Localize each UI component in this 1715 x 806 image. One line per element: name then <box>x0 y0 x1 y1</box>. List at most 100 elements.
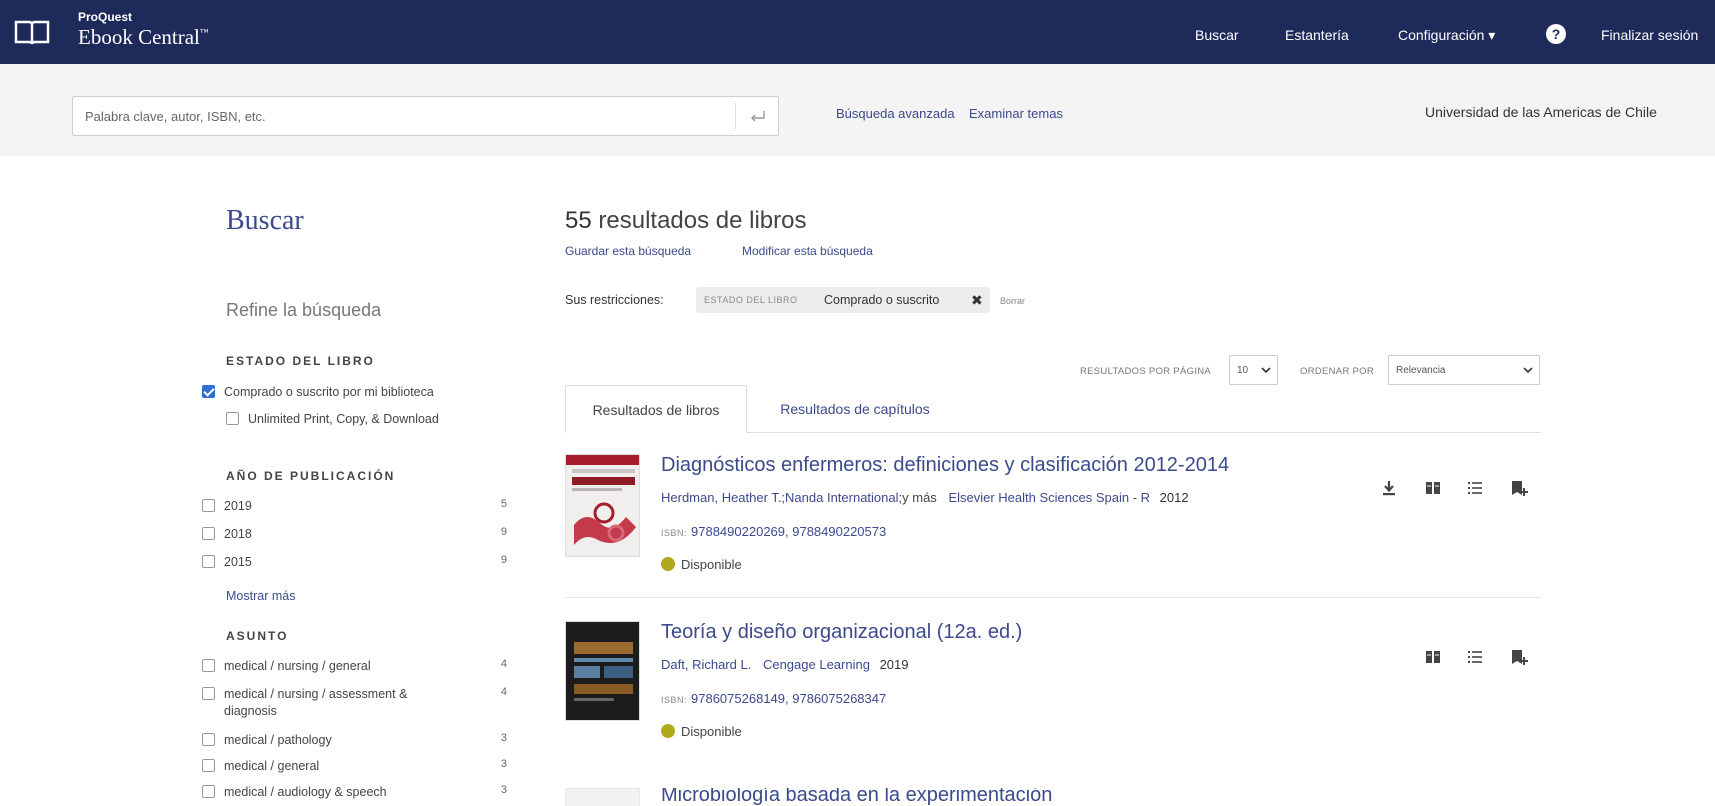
facet-item-subject[interactable]: medical / pathology 3 <box>202 730 507 750</box>
results-count-heading: 55 resultados de libros <box>565 207 807 235</box>
restriction-chip: ESTADO DEL LIBRO Comprado o suscrito ✖ <box>696 287 990 313</box>
result-authors[interactable]: Daft, Richard L. <box>661 657 751 672</box>
facet-item-year-2019[interactable]: 2019 5 <box>202 496 507 516</box>
chevron-down-icon <box>1261 367 1271 374</box>
facet-item-unlimited[interactable]: Unlimited Print, Copy, & Download <box>226 409 507 429</box>
result-more-authors[interactable]: ;y más <box>899 490 937 505</box>
checkbox-unchecked[interactable] <box>202 527 215 540</box>
clear-restrictions-link[interactable]: Borrar <box>1000 296 1025 306</box>
facet-item-label: 2015 <box>224 555 252 569</box>
checkbox-unchecked[interactable] <box>226 412 239 425</box>
result-availability: Disponible <box>661 557 742 572</box>
checkbox-unchecked[interactable] <box>202 785 215 798</box>
save-search-link[interactable]: Guardar esta búsqueda <box>565 244 691 258</box>
facet-item-year-2018[interactable]: 2018 9 <box>202 524 507 544</box>
nav-search[interactable]: Buscar <box>1195 27 1239 43</box>
advanced-search-link[interactable]: Búsqueda avanzada <box>836 106 955 121</box>
availability-label: Disponible <box>681 557 742 572</box>
tab-label: Resultados de libros <box>592 402 720 418</box>
result-title-link[interactable]: Microbiología basada en la experimentaci… <box>661 788 1052 806</box>
table-of-contents-icon[interactable] <box>1465 478 1485 498</box>
tab-chapter-results[interactable]: Resultados de capítulos <box>760 385 950 433</box>
availability-dot-icon <box>661 724 675 738</box>
facet-item-subject[interactable]: medical / audiology & speech 3 <box>202 782 507 802</box>
facet-item-label: medical / pathology <box>224 733 332 747</box>
add-to-bookshelf-icon[interactable] <box>1509 478 1529 498</box>
result-item: Teoría y diseño organizacional (12a. ed.… <box>565 621 1541 741</box>
checkbox-unchecked[interactable] <box>202 555 215 568</box>
download-icon[interactable] <box>1379 478 1399 498</box>
nav-settings[interactable]: Configuración ▾ <box>1398 27 1495 44</box>
checkbox-unchecked[interactable] <box>202 733 215 746</box>
enter-return-icon[interactable] <box>747 107 769 125</box>
book-cover-image[interactable] <box>565 454 640 557</box>
checkbox-unchecked[interactable] <box>202 687 215 700</box>
isbn-label: ISBN: <box>661 528 688 538</box>
browse-subjects-link[interactable]: Examinar temas <box>969 106 1063 121</box>
isbn-value: 9788490220269, 9788490220573 <box>691 524 887 539</box>
facet-item-subject[interactable]: medical / nursing / assessment & diagnos… <box>202 684 507 724</box>
sort-label: ORDENAR POR <box>1300 366 1375 377</box>
result-publisher[interactable]: Cengage Learning <box>763 657 870 672</box>
isbn-value: 9786075268149, 9786075268347 <box>691 691 887 706</box>
book-cover-image[interactable] <box>565 788 640 806</box>
nav-logout[interactable]: Finalizar sesión <box>1601 27 1698 43</box>
tab-label: Resultados de capítulos <box>780 401 930 417</box>
per-page-select[interactable]: 10 <box>1229 355 1278 385</box>
availability-label: Disponible <box>681 724 742 739</box>
sidebar-title: Buscar <box>226 205 304 236</box>
book-cover-image[interactable] <box>565 621 640 721</box>
chevron-down-icon: ▾ <box>1488 27 1496 43</box>
result-publisher[interactable]: Elsevier Health Sciences Spain - R <box>948 490 1150 505</box>
sort-select[interactable]: Relevancia <box>1388 355 1540 385</box>
show-more-link[interactable]: Mostrar más <box>226 589 295 603</box>
search-divider <box>735 103 736 129</box>
facet-heading-subject: ASUNTO <box>226 629 289 643</box>
facet-item-label: medical / general <box>224 759 320 773</box>
top-navigation-bar: ProQuest Ebook Central™ Buscar Estanterí… <box>0 0 1715 64</box>
result-year: 2012 <box>1159 490 1189 505</box>
facet-item-label: medical / nursing / general <box>224 659 371 673</box>
result-isbn: ISBN: 9786075268149, 9786075268347 <box>661 691 886 706</box>
facet-heading-pub-year: AÑO DE PUBLICACIÓN <box>226 469 396 483</box>
table-of-contents-icon[interactable] <box>1465 647 1485 667</box>
institution-name: Universidad de las Americas de Chile <box>1425 104 1657 120</box>
result-title-link[interactable]: Teoría y diseño organizacional (12a. ed.… <box>661 621 1022 644</box>
facet-item-label: 2019 <box>224 499 252 513</box>
facet-item-label: Comprado o suscrito por mi biblioteca <box>224 385 434 399</box>
tab-book-results[interactable]: Resultados de libros <box>565 385 747 433</box>
open-book-logo-icon[interactable] <box>14 18 50 46</box>
result-separator <box>565 597 1541 598</box>
facet-item-count: 5 <box>500 498 507 510</box>
add-to-bookshelf-icon[interactable] <box>1509 647 1529 667</box>
sort-value: Relevancia <box>1396 365 1446 376</box>
facet-item-count: 4 <box>500 686 507 698</box>
close-icon[interactable]: ✖ <box>971 292 983 309</box>
facet-item-year-2015[interactable]: 2015 9 <box>202 552 507 572</box>
facet-item-purchased[interactable]: Comprado o suscrito por mi biblioteca <box>202 382 507 402</box>
results-count-number: 55 <box>565 207 592 234</box>
search-input[interactable] <box>73 97 733 135</box>
facet-item-subject[interactable]: medical / general 3 <box>202 756 507 776</box>
result-authors[interactable]: Herdman, Heather T.;Nanda International <box>661 490 899 505</box>
checkbox-unchecked[interactable] <box>202 759 215 772</box>
result-title-link[interactable]: Diagnósticos enfermeros: definiciones y … <box>661 454 1229 477</box>
search-box <box>72 96 779 136</box>
modify-search-link[interactable]: Modificar esta búsqueda <box>742 244 873 258</box>
help-icon[interactable]: ? <box>1546 24 1566 44</box>
checkbox-unchecked[interactable] <box>202 499 215 512</box>
facet-item-label: medical / audiology & speech <box>224 785 387 799</box>
brand-proquest: ProQuest <box>78 10 133 24</box>
per-page-label: RESULTADOS POR PÁGINA <box>1080 366 1212 377</box>
result-item: Microbiología basada en la experimentaci… <box>565 788 1541 806</box>
result-isbn: ISBN: 9788490220269, 9788490220573 <box>661 524 886 539</box>
result-year: 2019 <box>879 657 909 672</box>
nav-bookshelf[interactable]: Estantería <box>1285 27 1349 43</box>
read-online-icon[interactable] <box>1423 647 1443 667</box>
brand-ebook-central[interactable]: Ebook Central™ <box>78 25 209 50</box>
read-online-icon[interactable] <box>1423 478 1443 498</box>
facet-item-subject[interactable]: medical / nursing / general 4 <box>202 656 507 676</box>
checkbox-unchecked[interactable] <box>202 659 215 672</box>
checkbox-checked[interactable] <box>202 385 215 398</box>
restriction-value: Comprado o suscrito <box>824 293 940 307</box>
